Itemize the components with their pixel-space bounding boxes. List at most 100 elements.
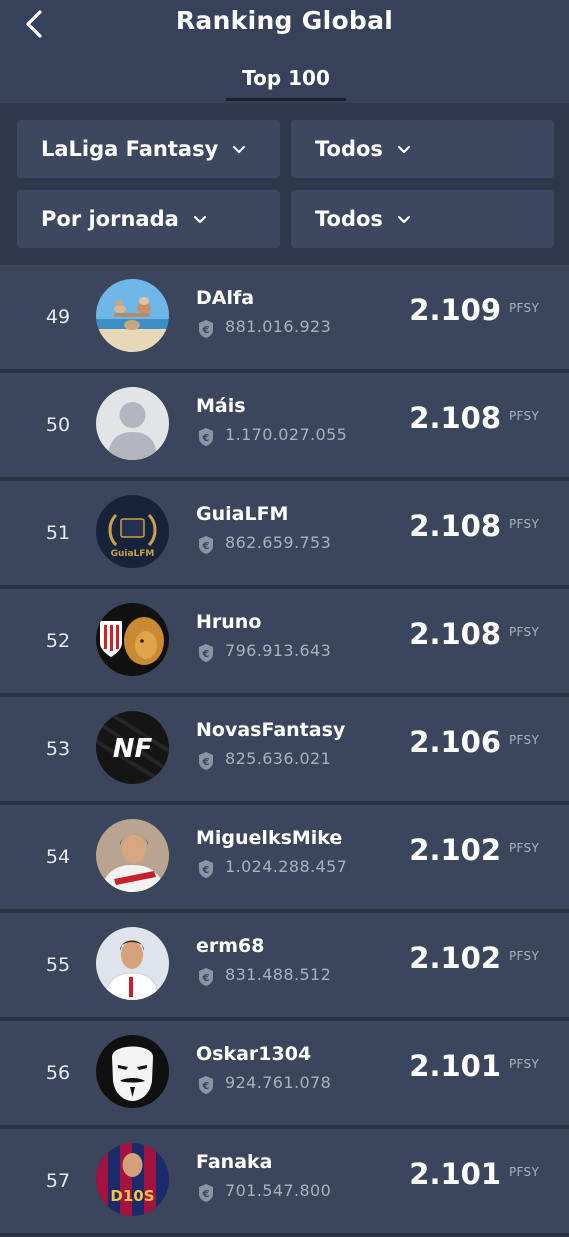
team-value: 881.016.923 <box>225 317 332 336</box>
user-name: MiguelksMike <box>196 827 343 849</box>
tab-top-100[interactable]: Top 100 <box>226 66 346 90</box>
avatar-badge-text: NF <box>113 734 153 764</box>
page-title: Ranking Global <box>175 6 394 35</box>
ranking-row[interactable]: 57 D10S Fanaka € 701.547.800 2.101 PFSY <box>0 1129 569 1237</box>
ranking-row[interactable]: 52 Hruno € 796.913.643 2.108 PFSY <box>0 589 569 697</box>
avatar[interactable]: GuiaLFM <box>96 495 169 568</box>
chevron-down-icon <box>397 145 411 154</box>
euro-shield-icon: € <box>199 860 213 878</box>
points: 2.101 <box>409 1049 501 1083</box>
rank-number: 49 <box>45 306 71 328</box>
rank-number: 56 <box>45 1062 71 1084</box>
euro-shield-icon: € <box>199 968 213 986</box>
ranking-row[interactable]: 55 erm68 € 831.488.512 2.102 PFSY <box>0 913 569 1021</box>
user-name: Hruno <box>196 611 262 633</box>
team-value: 1.024.288.457 <box>225 857 348 876</box>
team-value: 825.636.021 <box>225 749 332 768</box>
svg-text:€: € <box>202 541 210 552</box>
user-name: DAlfa <box>196 287 255 309</box>
svg-text:€: € <box>202 757 210 768</box>
points-unit: PFSY <box>509 1165 540 1179</box>
rank-number: 52 <box>45 630 71 652</box>
competition-dropdown-label: LaLiga Fantasy <box>41 137 219 161</box>
chevron-down-icon <box>232 145 246 154</box>
team-value: 831.488.512 <box>225 965 332 984</box>
points: 2.101 <box>409 1157 501 1191</box>
points-unit: PFSY <box>509 625 540 639</box>
euro-shield-icon: € <box>199 1076 213 1094</box>
ranking-row[interactable]: 50 Máis € 1.170.027.055 2.108 PFSY <box>0 373 569 481</box>
svg-text:€: € <box>202 1081 210 1092</box>
active-tab-indicator <box>226 98 346 101</box>
points-unit: PFSY <box>509 733 540 747</box>
filter-panel: LaLiga Fantasy Todos Por jornada Todos <box>0 103 569 265</box>
position-dropdown-label: Todos <box>315 207 383 231</box>
type-dropdown-label: Todos <box>315 137 383 161</box>
user-name: Máis <box>196 395 246 417</box>
period-dropdown-label: Por jornada <box>41 207 179 231</box>
points-unit: PFSY <box>509 949 540 963</box>
points: 2.102 <box>409 833 501 867</box>
rank-number: 51 <box>45 522 71 544</box>
euro-shield-icon: € <box>199 752 213 770</box>
avatar[interactable] <box>96 1035 169 1108</box>
rank-number: 53 <box>45 738 71 760</box>
points-unit: PFSY <box>509 301 540 315</box>
top-bar: Ranking Global Top 100 <box>0 0 569 103</box>
period-dropdown[interactable]: Por jornada <box>17 190 280 248</box>
type-dropdown[interactable]: Todos <box>291 120 554 178</box>
euro-shield-icon: € <box>199 644 213 662</box>
user-name: erm68 <box>196 935 265 957</box>
avatar[interactable] <box>96 387 169 460</box>
user-name: Oskar1304 <box>196 1043 312 1065</box>
svg-text:€: € <box>202 973 210 984</box>
points: 2.102 <box>409 941 501 975</box>
euro-shield-icon: € <box>199 1184 213 1202</box>
svg-text:€: € <box>202 325 210 336</box>
avatar-badge-text: GuiaLFM <box>111 549 155 559</box>
points: 2.108 <box>409 617 501 651</box>
position-dropdown[interactable]: Todos <box>291 190 554 248</box>
points: 2.108 <box>409 509 501 543</box>
avatar[interactable]: D10S <box>96 1143 169 1216</box>
avatar[interactable]: NF <box>96 711 169 784</box>
team-value: 1.170.027.055 <box>225 425 348 444</box>
ranking-row[interactable]: 53 NF NovasFantasy € 825.636.021 2.106 P… <box>0 697 569 805</box>
points-unit: PFSY <box>509 517 540 531</box>
competition-dropdown[interactable]: LaLiga Fantasy <box>17 120 280 178</box>
ranking-row[interactable]: 54 MiguelksMike € 1.024.288.457 2.102 PF… <box>0 805 569 913</box>
points-unit: PFSY <box>509 841 540 855</box>
team-value: 862.659.753 <box>225 533 332 552</box>
user-name: GuiaLFM <box>196 503 289 525</box>
svg-text:€: € <box>202 649 210 660</box>
user-name: NovasFantasy <box>196 719 346 741</box>
ranking-row[interactable]: 49 DAlfa € 881.016.923 2.109 PFSY <box>0 265 569 373</box>
avatar[interactable] <box>96 279 169 352</box>
points: 2.109 <box>409 293 501 327</box>
euro-shield-icon: € <box>199 536 213 554</box>
svg-text:€: € <box>202 433 210 444</box>
avatar[interactable] <box>96 819 169 892</box>
rank-number: 50 <box>45 414 71 436</box>
avatar-badge-text: D10S <box>110 1187 154 1205</box>
points: 2.108 <box>409 401 501 435</box>
ranking-row[interactable]: 51 GuiaLFM GuiaLFM € 862.659.753 2.108 P… <box>0 481 569 589</box>
rank-number: 55 <box>45 954 71 976</box>
svg-text:€: € <box>202 1189 210 1200</box>
ranking-row[interactable]: 56 Oskar1304 € 924.761.078 2.101 PFSY <box>0 1021 569 1129</box>
avatar[interactable] <box>96 603 169 676</box>
svg-text:€: € <box>202 865 210 876</box>
points: 2.106 <box>409 725 501 759</box>
euro-shield-icon: € <box>199 320 213 338</box>
chevron-down-icon <box>397 215 411 224</box>
points-unit: PFSY <box>509 1057 540 1071</box>
team-value: 701.547.800 <box>225 1181 332 1200</box>
avatar[interactable] <box>96 927 169 1000</box>
team-value: 796.913.643 <box>225 641 332 660</box>
rank-number: 54 <box>45 846 71 868</box>
points-unit: PFSY <box>509 409 540 423</box>
team-value: 924.761.078 <box>225 1073 332 1092</box>
rank-number: 57 <box>45 1170 71 1192</box>
euro-shield-icon: € <box>199 428 213 446</box>
user-name: Fanaka <box>196 1151 273 1173</box>
